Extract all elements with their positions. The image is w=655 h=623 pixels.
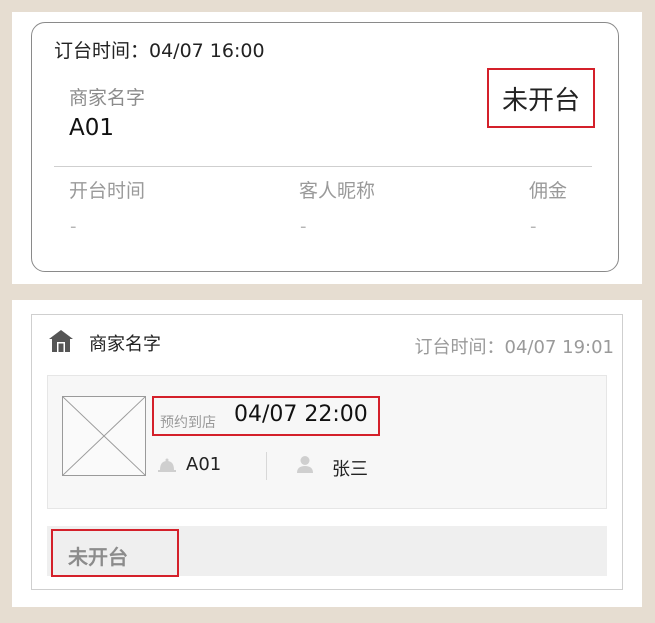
booking-details: 预约到店 04/07 22:00 A01 张三: [47, 375, 607, 509]
status-text: 未开台: [501, 85, 580, 116]
store-icon: [49, 330, 73, 352]
person-icon: [297, 456, 313, 473]
image-placeholder: [62, 396, 146, 476]
status-badge: 未开台: [487, 68, 595, 128]
order-card-panel-2: 商家名字 订台时间：04/07 19:01 预约到店 04/07 22:00 A…: [12, 300, 642, 607]
order-card-panel-1: 订台时间：04/07 16:00 商家名字 A01 未开台 开台时间 - 客人昵…: [12, 12, 642, 284]
commission-label: 佣金: [529, 180, 568, 202]
order-time-text: 订台时间：04/07 19:01: [414, 337, 614, 358]
guest-nickname-label: 客人昵称: [299, 180, 376, 202]
status-text: 未开台: [68, 545, 128, 569]
open-time-label: 开台时间: [69, 180, 146, 202]
separator: [266, 452, 267, 480]
table-number: A01: [186, 454, 222, 475]
merchant-name: 商家名字: [89, 334, 161, 355]
order-card-1[interactable]: 订台时间：04/07 16:00 商家名字 A01 未开台 开台时间 - 客人昵…: [31, 22, 619, 272]
guest-name: 张三: [332, 459, 368, 480]
order-card-2[interactable]: 商家名字 订台时间：04/07 19:01 预约到店 04/07 22:00 A…: [31, 314, 623, 590]
merchant-label: 商家名字: [69, 87, 146, 109]
arrival-time-highlight: 预约到店 04/07 22:00: [152, 396, 380, 436]
guest-nickname-value: -: [300, 216, 307, 237]
arrival-time: 04/07 22:00: [234, 402, 368, 427]
order-time-text: 订台时间：04/07 16:00: [54, 40, 265, 62]
divider: [54, 166, 592, 167]
arrival-label: 预约到店: [160, 415, 216, 431]
commission-value: -: [530, 216, 537, 237]
bell-icon: [158, 458, 176, 472]
open-time-value: -: [70, 216, 77, 237]
merchant-value: A01: [69, 115, 115, 141]
